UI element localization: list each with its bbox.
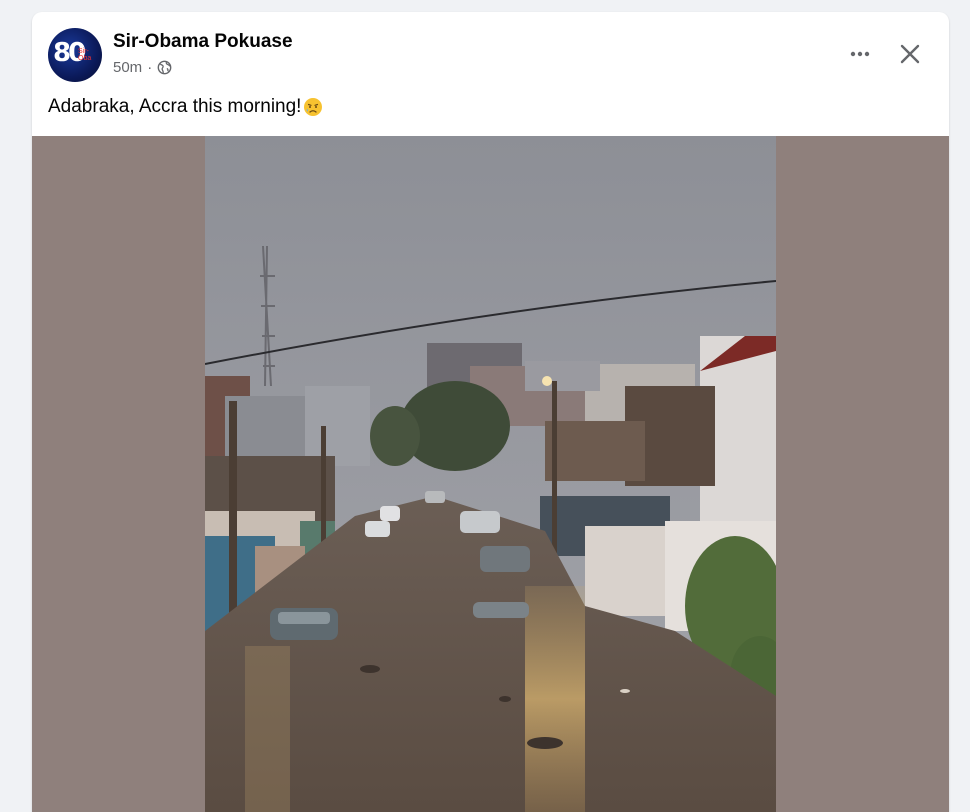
author-name[interactable]: Sir-Obama Pokuase (113, 31, 293, 53)
close-icon (900, 44, 920, 64)
post-meta: 50m · (113, 59, 172, 76)
sad-but-relieved-face-emoji (304, 98, 323, 116)
post-header: 80 Sir-Oba Sir-Obama Pokuase 50m · Adabr… (32, 12, 949, 136)
more-options-button[interactable] (840, 34, 880, 74)
post-card: 80 Sir-Oba Sir-Obama Pokuase 50m · Adabr… (32, 12, 949, 812)
more-options-icon (850, 51, 870, 57)
post-timestamp[interactable]: 50m (113, 59, 142, 76)
post-caption: Adabraka, Accra this morning! (48, 96, 323, 118)
avatar-logo-small: Sir-Oba (78, 48, 92, 62)
close-button[interactable] (890, 34, 930, 74)
post-media (32, 136, 949, 812)
globe-icon[interactable] (157, 60, 172, 75)
post-video[interactable] (205, 136, 776, 812)
meta-separator: · (147, 59, 153, 76)
author-avatar[interactable]: 80 Sir-Oba (48, 28, 102, 82)
caption-text: Adabraka, Accra this morning! (48, 96, 302, 117)
